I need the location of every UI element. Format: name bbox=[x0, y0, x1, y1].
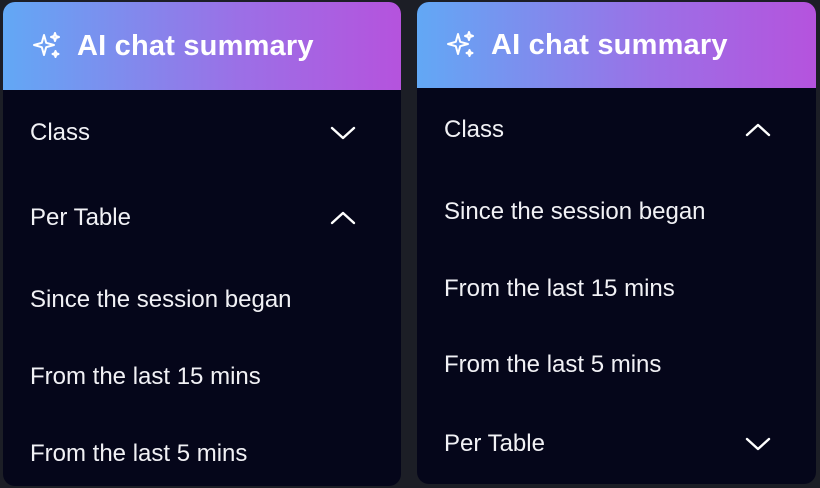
chat-summary-panel-left: AI chat summary Class Per Table Since th… bbox=[3, 2, 401, 486]
sparkles-icon bbox=[33, 32, 60, 58]
class-label: Class bbox=[444, 116, 505, 143]
panel-header: AI chat summary bbox=[3, 2, 401, 90]
option-last-15-mins[interactable]: From the last 15 mins bbox=[417, 269, 816, 309]
per-table-dropdown[interactable]: Per Table bbox=[417, 424, 816, 464]
option-label: From the last 5 mins bbox=[444, 351, 662, 378]
chevron-down-icon bbox=[330, 126, 356, 140]
option-last-5-mins[interactable]: From the last 5 mins bbox=[417, 345, 816, 385]
option-since-session[interactable]: Since the session began bbox=[3, 280, 401, 320]
chevron-down-icon bbox=[745, 437, 771, 451]
sparkles-icon bbox=[447, 31, 474, 57]
panel-title: AI chat summary bbox=[77, 29, 314, 62]
option-label: From the last 15 mins bbox=[444, 275, 675, 302]
chevron-up-icon bbox=[330, 211, 356, 225]
per-table-dropdown[interactable]: Per Table bbox=[3, 198, 401, 238]
option-label: From the last 15 mins bbox=[30, 363, 261, 390]
option-label: From the last 5 mins bbox=[30, 440, 248, 467]
option-label: Since the session began bbox=[30, 286, 292, 313]
option-label: Since the session began bbox=[444, 198, 706, 225]
option-last-5-mins[interactable]: From the last 5 mins bbox=[3, 434, 401, 474]
class-dropdown[interactable]: Class bbox=[417, 110, 816, 150]
chevron-up-icon bbox=[745, 123, 771, 137]
panel-header: AI chat summary bbox=[417, 2, 816, 88]
class-dropdown[interactable]: Class bbox=[3, 113, 401, 153]
panel-title: AI chat summary bbox=[491, 28, 728, 61]
option-since-session[interactable]: Since the session began bbox=[417, 192, 816, 232]
per-table-label: Per Table bbox=[444, 430, 545, 457]
class-label: Class bbox=[30, 119, 91, 146]
option-last-15-mins[interactable]: From the last 15 mins bbox=[3, 357, 401, 397]
chat-summary-panel-right: AI chat summary Class Since the session … bbox=[417, 2, 816, 484]
per-table-label: Per Table bbox=[30, 204, 131, 231]
